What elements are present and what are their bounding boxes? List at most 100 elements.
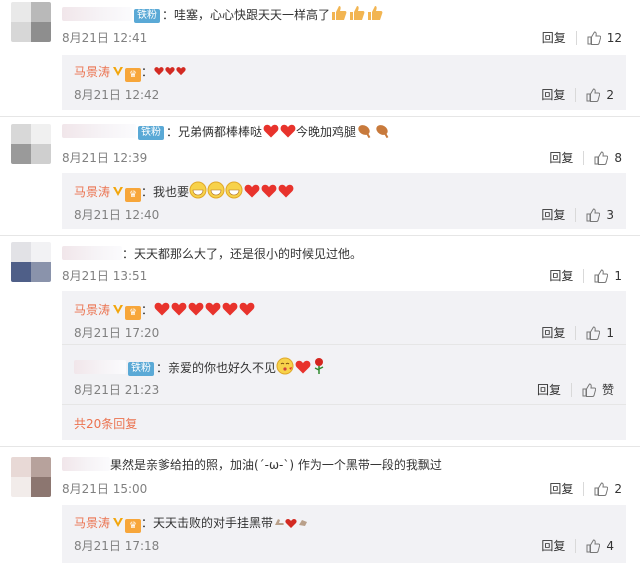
- fan-badge: 铁粉: [134, 9, 160, 23]
- username-blurred[interactable]: [74, 360, 126, 374]
- comment-date: 8月21日 13:51: [62, 269, 148, 283]
- heart-emoji: [295, 360, 310, 374]
- heart-emoji: [222, 302, 237, 316]
- comment-date: 8月21日 15:00: [62, 482, 148, 496]
- vip-level-icon: ♛: [125, 68, 142, 82]
- reply-text: 铁粉 ：亲爱的你也好久不见: [74, 357, 327, 380]
- reply-button[interactable]: 回复: [549, 480, 573, 497]
- comment-text: ：天天都那么大了，还是很小的时候见过他。: [62, 245, 362, 263]
- reply-meta: 8月21日 17:20 回复 1: [74, 324, 614, 342]
- reply-button[interactable]: 回复: [549, 149, 573, 166]
- comment-date: 8月21日 12:39: [62, 151, 148, 165]
- reply-date: 8月21日 17:18: [74, 539, 160, 553]
- hand-heart-emoji: [273, 516, 309, 535]
- like-button[interactable]: 赞: [582, 381, 614, 398]
- comment-meta: 8月21日 12:39 回复 8: [62, 149, 622, 167]
- heart-emoji: [261, 184, 276, 198]
- reply-box: 马景涛 ♛： 8月21日 17:20 回复 1 铁粉 ：亲爱的你也好久不见 8月21…: [62, 291, 626, 440]
- divider: [575, 325, 577, 340]
- reply-button[interactable]: 回复: [542, 29, 566, 46]
- comment-meta: 8月21日 13:51 回复 1: [62, 267, 622, 285]
- username-blurred[interactable]: [62, 7, 132, 21]
- verified-v-icon: [113, 67, 124, 76]
- verified-v-icon: [113, 518, 124, 527]
- thumbs-up-icon: [582, 382, 596, 397]
- like-button[interactable]: 2: [586, 88, 614, 102]
- avatar[interactable]: [11, 242, 51, 282]
- heart-emoji: [153, 67, 164, 76]
- like-button[interactable]: 3: [586, 208, 614, 222]
- author-name[interactable]: 马景涛: [74, 185, 110, 199]
- avatar[interactable]: [11, 124, 51, 164]
- heart-emoji: [175, 67, 186, 76]
- thumbs-up-icon: [586, 325, 601, 340]
- like-button[interactable]: 12: [587, 31, 622, 45]
- reply-text: 马景涛 ♛：: [74, 63, 186, 82]
- rose-emoji: [311, 357, 327, 380]
- comment-meta: 8月21日 12:41 回复 12: [62, 29, 622, 47]
- like-count: 2: [606, 87, 614, 102]
- heart-emoji: [280, 124, 295, 138]
- author-name[interactable]: 马景涛: [74, 516, 110, 530]
- username-blurred[interactable]: [62, 124, 136, 138]
- reply-text: 马景涛 ♛ ：天天击败的对手挂黑带: [74, 514, 309, 535]
- divider: [575, 30, 577, 45]
- like-button[interactable]: 4: [586, 539, 614, 553]
- divider: [583, 268, 585, 283]
- like-button[interactable]: 8: [594, 151, 622, 165]
- heart-emoji: [278, 184, 293, 198]
- heart-emoji: [154, 302, 169, 316]
- reply-box: 马景涛 ♛ ：天天击败的对手挂黑带 8月21日 17:18 回复 4: [62, 505, 626, 563]
- reply-button[interactable]: 回复: [541, 537, 565, 554]
- reply-button[interactable]: 回复: [537, 381, 561, 398]
- reply-button[interactable]: 回复: [541, 206, 565, 223]
- comment-text: 铁粉 ：哇塞，心心快跟天天一样高了: [62, 4, 384, 27]
- reply-box: 马景涛 ♛ ：我也要 8月21日 12:40 回复 3: [62, 173, 626, 229]
- comment-item: ：天天都那么大了，还是很小的时候见过他。 8月21日 13:51 回复 1: [0, 236, 640, 290]
- comment-item: 果然是亲爹给拍的照，加油(´-ω-`) 作为一个黑带一段的我飘过 8月21日 1…: [0, 447, 640, 502]
- divider: [570, 382, 572, 397]
- heart-emoji: [188, 302, 203, 316]
- reply-date: 8月21日 21:23: [74, 383, 160, 397]
- vip-level-icon: ♛: [125, 306, 142, 320]
- username-blurred[interactable]: [62, 457, 110, 471]
- thumbs-up-icon: [594, 481, 609, 496]
- reply-meta: 8月21日 21:23 回复 赞: [74, 381, 614, 399]
- divider: [583, 481, 585, 496]
- heart-emoji: [239, 302, 254, 316]
- reply-button[interactable]: 回复: [541, 324, 565, 341]
- more-replies-link[interactable]: 共20条回复: [74, 415, 137, 432]
- like-button[interactable]: 1: [594, 269, 622, 283]
- like-count: 4: [606, 538, 614, 553]
- comment-text: 铁粉 ：兄弟俩都棒棒哒 今晚加鸡腿: [62, 123, 394, 144]
- like-count: 8: [614, 150, 622, 165]
- reply-box: 马景涛 ♛： 8月21日 12:42 回复 2: [62, 55, 626, 110]
- comment-item: 铁粉 ：哇塞，心心快跟天天一样高了 8月21日 12:41 回复 12: [0, 0, 640, 51]
- author-name[interactable]: 马景涛: [74, 65, 110, 79]
- chicken-leg-emoji: [356, 123, 394, 144]
- avatar[interactable]: [11, 2, 51, 42]
- like-count: 赞: [601, 383, 614, 397]
- reply-date: 8月21日 17:20: [74, 326, 160, 340]
- like-count: 12: [606, 30, 622, 45]
- author-name[interactable]: 马景涛: [74, 303, 110, 317]
- comment-date: 8月21日 12:41: [62, 31, 148, 45]
- heart-emoji: [244, 184, 259, 198]
- comment-item: 铁粉 ：兄弟俩都棒棒哒 今晚加鸡腿 8月21日 12:39 回复 8: [0, 117, 640, 173]
- reply-text: 马景涛 ♛ ：我也要: [74, 181, 294, 204]
- username-blurred[interactable]: [62, 246, 122, 260]
- like-button[interactable]: 2: [594, 482, 622, 496]
- avatar[interactable]: [11, 457, 51, 497]
- heart-emoji: [171, 302, 186, 316]
- reply-button[interactable]: 回复: [549, 267, 573, 284]
- thumbs-up-emoji: [330, 4, 384, 27]
- reply-button[interactable]: 回复: [541, 86, 565, 103]
- thumbs-up-icon: [586, 207, 601, 222]
- comment-text: 果然是亲爹给拍的照，加油(´-ω-`) 作为一个黑带一段的我飘过: [62, 456, 442, 474]
- like-button[interactable]: 1: [586, 326, 614, 340]
- vip-level-icon: ♛: [125, 519, 142, 533]
- verified-v-icon: [113, 305, 124, 314]
- comment-meta: 8月21日 15:00 回复 2: [62, 480, 622, 498]
- thumbs-up-icon: [587, 30, 601, 45]
- verified-v-icon: [113, 187, 124, 196]
